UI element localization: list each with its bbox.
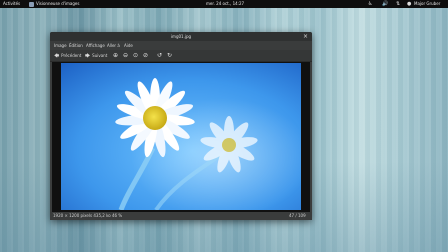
- previous-label: Précédent: [61, 53, 82, 58]
- zoom-in-icon[interactable]: ⊕: [112, 52, 119, 59]
- volume-icon[interactable]: 🔊: [382, 0, 388, 8]
- zoom-fit-icon[interactable]: ⊘: [142, 52, 149, 59]
- accessibility-icon[interactable]: ♿: [368, 0, 372, 8]
- previous-button[interactable]: 🡄 Précédent: [54, 50, 81, 61]
- menu-view[interactable]: Affichage: [86, 41, 105, 50]
- user-icon[interactable]: ●: [407, 0, 411, 8]
- zoom-out-icon[interactable]: ⊖: [122, 52, 129, 59]
- user-menu[interactable]: Major Gruber: [414, 0, 440, 8]
- menu-edit[interactable]: Édition: [69, 41, 83, 50]
- menu-help[interactable]: Aide: [124, 41, 133, 50]
- menubar: Image Édition Affichage Aller à Aide: [50, 41, 312, 50]
- app-menu-label: Visionneuse d'images: [36, 1, 80, 6]
- menu-go[interactable]: Aller à: [107, 41, 120, 50]
- zoom-normal-icon[interactable]: ⊙: [132, 52, 139, 59]
- next-label: Suivant: [92, 53, 108, 58]
- image-viewer-window: img01.jpg × Image Édition Affichage Alle…: [50, 32, 312, 220]
- activities-button[interactable]: Activités: [3, 0, 20, 8]
- image-position: 47 / 109: [289, 213, 306, 218]
- arrow-left-icon: 🡄: [54, 53, 60, 59]
- zoom-level: 46 %: [112, 213, 123, 218]
- top-panel: Activités Visionneuse d'images mer. 24 o…: [0, 0, 448, 8]
- next-button[interactable]: 🡆 Suivant: [85, 50, 107, 61]
- arrow-right-icon: 🡆: [85, 53, 91, 59]
- app-menu[interactable]: Visionneuse d'images: [29, 0, 79, 8]
- displayed-image: [61, 63, 301, 210]
- rotate-right-icon[interactable]: ↻: [166, 52, 173, 59]
- statusbar: 1920 × 1200 pixels 435,2 ko 46 % 47 / 10…: [50, 212, 312, 220]
- toolbar: 🡄 Précédent 🡆 Suivant ⊕ ⊖ ⊙ ⊘ ↺ ↻: [50, 50, 312, 62]
- window-title: img01.jpg: [170, 34, 192, 39]
- image-viewer-icon: [29, 1, 34, 7]
- network-icon[interactable]: ⇅: [396, 0, 400, 8]
- close-icon[interactable]: ×: [302, 33, 309, 40]
- image-dimensions: 1920 × 1200 pixels 435,2 ko: [53, 213, 111, 218]
- window-titlebar[interactable]: img01.jpg ×: [50, 32, 312, 41]
- clock[interactable]: mer. 24 oct., 14:27: [206, 0, 244, 8]
- rotate-left-icon[interactable]: ↺: [156, 52, 163, 59]
- image-canvas[interactable]: [52, 62, 310, 212]
- menu-image[interactable]: Image: [54, 41, 67, 50]
